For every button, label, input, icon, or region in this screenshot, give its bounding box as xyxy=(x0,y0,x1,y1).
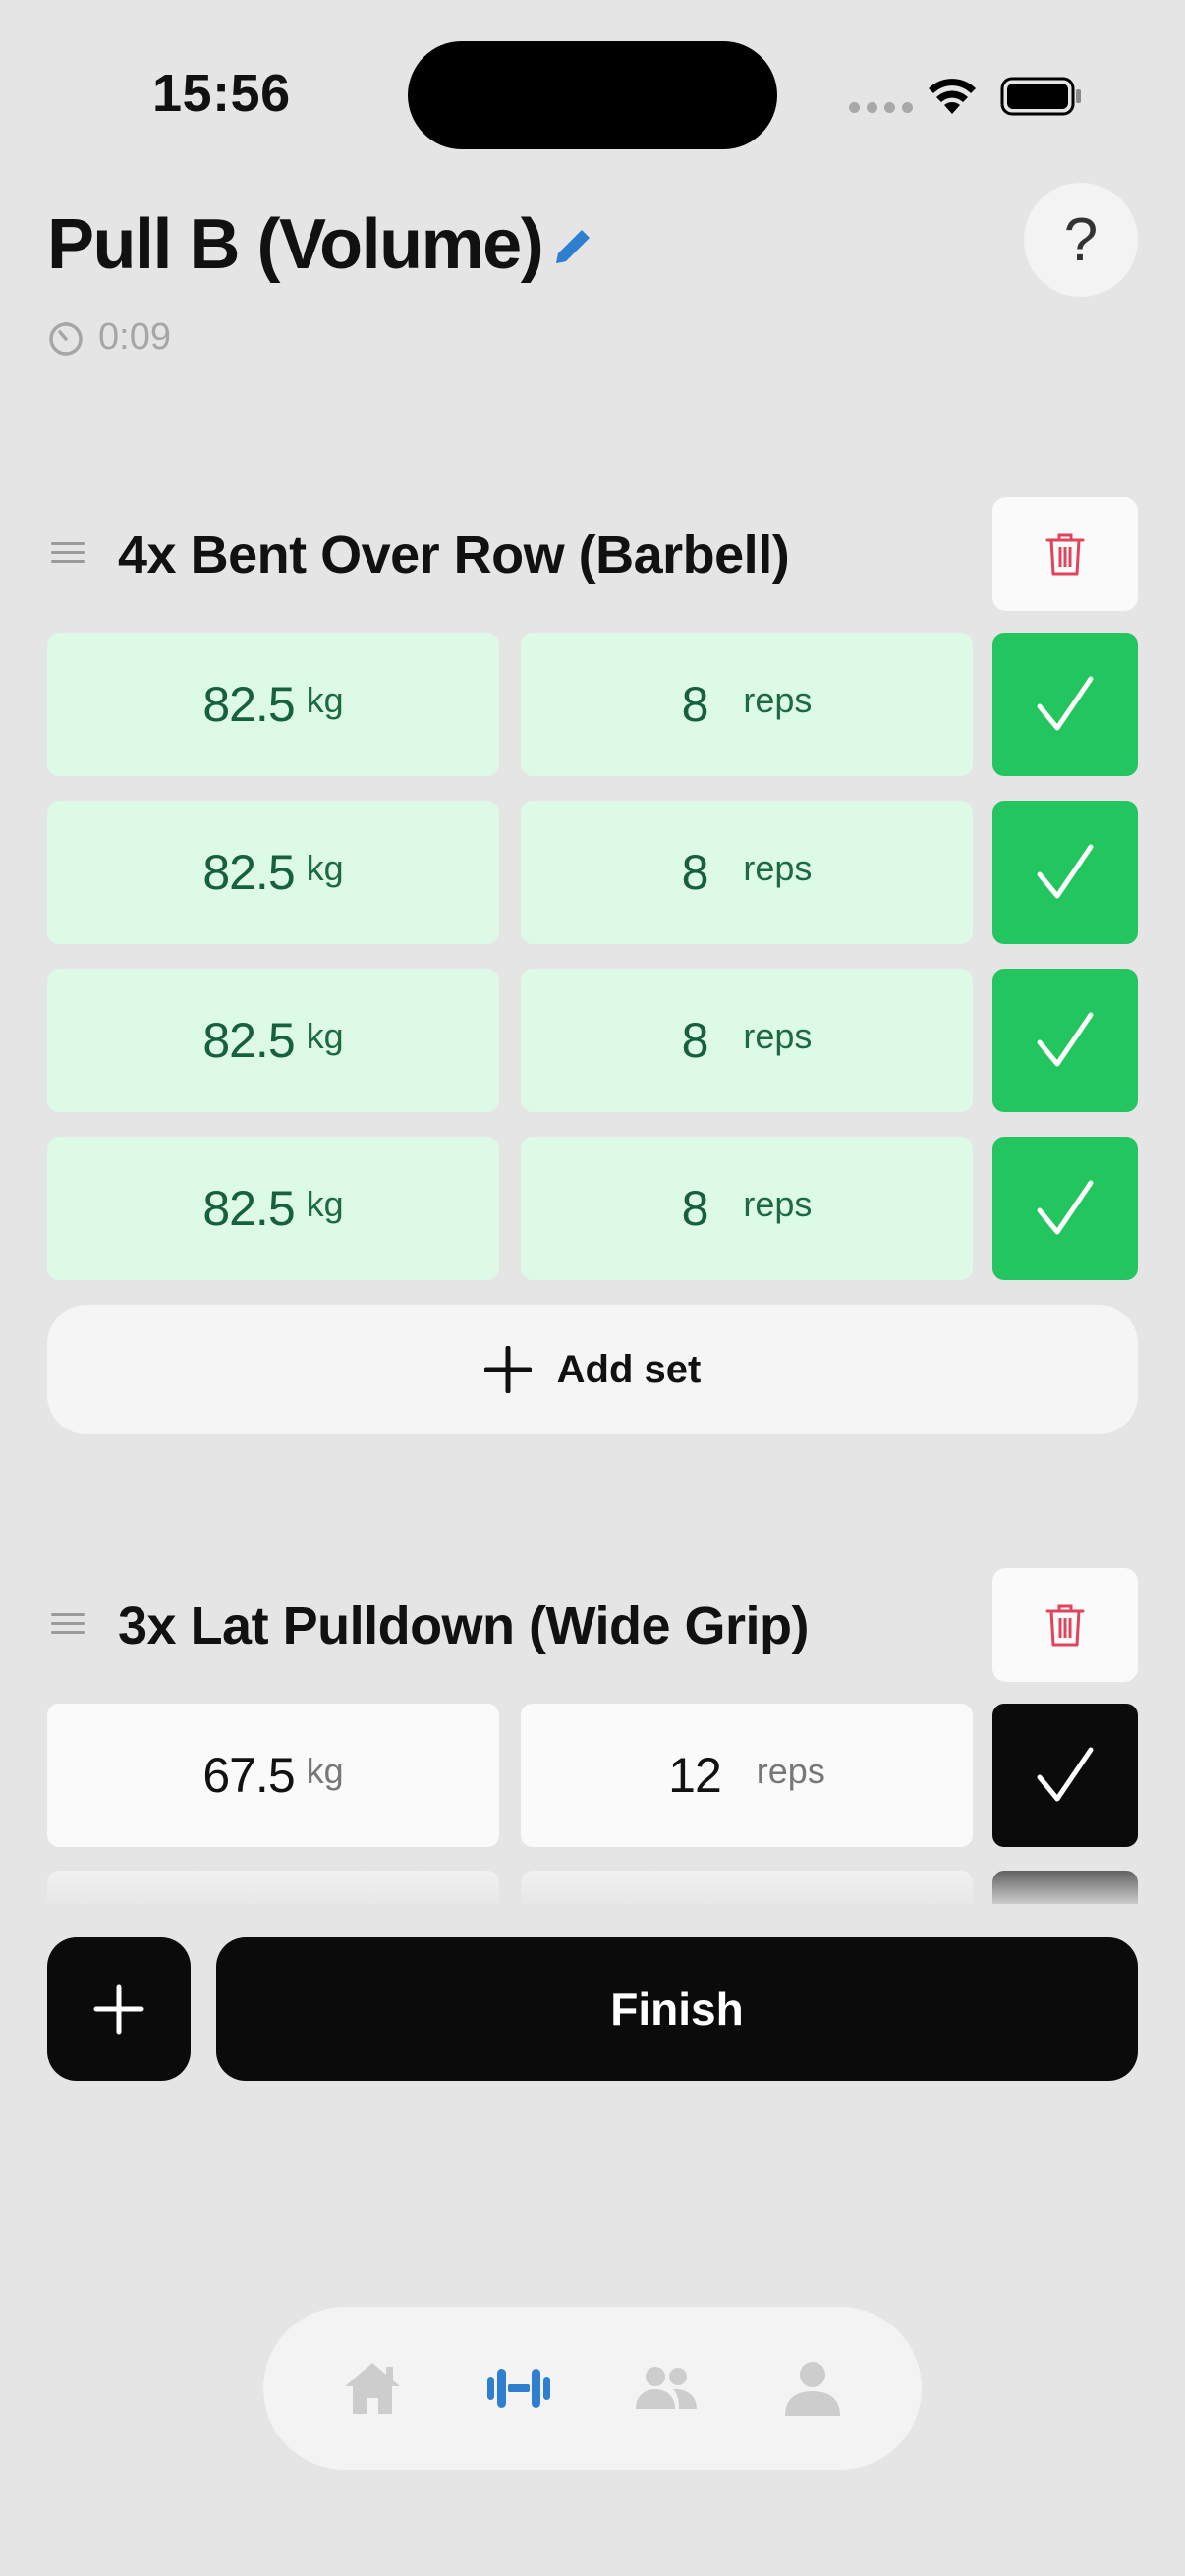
reps-value: 8 xyxy=(681,845,709,900)
checkmark-icon xyxy=(1037,1012,1094,1067)
weight-value: 82.5 xyxy=(202,845,295,900)
finish-label: Finish xyxy=(610,1984,744,2035)
checkmark-icon xyxy=(1037,676,1094,731)
weight-value: 82.5 xyxy=(202,1013,295,1068)
tab-home[interactable] xyxy=(318,2334,426,2442)
weight-unit: kg xyxy=(306,1016,344,1056)
trash-icon xyxy=(1045,533,1085,576)
dumbbell-icon xyxy=(487,2369,551,2408)
wifi-icon xyxy=(929,79,976,114)
checkmark-icon xyxy=(1037,1180,1094,1235)
exercise-header: 3x Lat Pulldown (Wide Grip) xyxy=(47,1568,1138,1682)
weight-value: 82.5 xyxy=(202,1181,295,1236)
people-icon xyxy=(635,2367,697,2409)
weight-value: 67.5 xyxy=(202,1748,295,1803)
stopwatch-icon xyxy=(49,321,83,356)
reps-input[interactable]: 8 reps xyxy=(521,633,973,776)
weight-unit: kg xyxy=(306,848,344,888)
dynamic-island xyxy=(408,41,777,149)
drag-handle-icon[interactable] xyxy=(51,1613,85,1640)
weight-input[interactable]: 82.5 kg xyxy=(47,1137,499,1280)
checkmark-icon xyxy=(1037,1747,1094,1802)
reps-input[interactable]: 8 reps xyxy=(521,1137,973,1280)
plus-icon xyxy=(483,1346,532,1393)
tab-workout[interactable] xyxy=(465,2334,573,2442)
weight-input[interactable]: 67.5 kg xyxy=(47,1704,499,1847)
scroll-fade xyxy=(0,1867,1185,1912)
set-row: 82.5 kg 8 reps xyxy=(47,801,1138,944)
weight-input[interactable]: 82.5 kg xyxy=(47,801,499,944)
checkmark-icon xyxy=(1037,844,1094,899)
reps-unit: reps xyxy=(743,1016,813,1056)
drag-handle-icon[interactable] xyxy=(51,542,85,569)
home-icon xyxy=(344,2363,400,2414)
weight-unit: kg xyxy=(306,1184,344,1224)
reps-unit: reps xyxy=(743,1184,813,1224)
reps-value: 12 xyxy=(668,1748,722,1803)
complete-set-button[interactable] xyxy=(992,969,1138,1112)
edit-pencil-icon[interactable] xyxy=(548,222,597,271)
trash-icon xyxy=(1045,1604,1085,1647)
reps-value: 8 xyxy=(681,677,709,732)
tab-profile[interactable] xyxy=(759,2334,867,2442)
plus-icon xyxy=(93,1984,144,2035)
reps-unit: reps xyxy=(743,680,813,720)
delete-exercise-button[interactable] xyxy=(992,497,1138,611)
battery-icon xyxy=(1000,77,1081,116)
page-title: Pull B (Volume) xyxy=(47,205,544,284)
set-row: 82.5 kg 8 reps xyxy=(47,969,1138,1112)
finish-button[interactable]: Finish xyxy=(216,1937,1138,2081)
set-row: 82.5 kg 8 reps xyxy=(47,633,1138,776)
add-exercise-button[interactable] xyxy=(47,1937,191,2081)
tab-social[interactable] xyxy=(612,2334,720,2442)
exercise-title: 4x Bent Over Row (Barbell) xyxy=(118,526,790,585)
add-set-button[interactable]: Add set xyxy=(47,1305,1138,1434)
exercise-title: 3x Lat Pulldown (Wide Grip) xyxy=(118,1596,810,1655)
reps-input[interactable]: 8 reps xyxy=(521,801,973,944)
timer-value: 0:09 xyxy=(98,316,171,358)
complete-set-button[interactable] xyxy=(992,1704,1138,1847)
add-set-label: Add set xyxy=(556,1347,702,1391)
set-row: 67.5 kg 12 reps xyxy=(47,1704,1138,1847)
weight-unit: kg xyxy=(306,680,344,720)
profile-icon xyxy=(785,2362,841,2416)
reps-unit: reps xyxy=(743,848,813,888)
delete-exercise-button[interactable] xyxy=(992,1568,1138,1682)
complete-set-button[interactable] xyxy=(992,1137,1138,1280)
reps-value: 8 xyxy=(681,1181,709,1236)
reps-input[interactable]: 12 reps xyxy=(521,1704,973,1847)
weight-input[interactable]: 82.5 kg xyxy=(47,633,499,776)
weight-unit: kg xyxy=(306,1751,344,1791)
status-time: 15:56 xyxy=(152,64,291,123)
complete-set-button[interactable] xyxy=(992,801,1138,944)
exercise-header: 4x Bent Over Row (Barbell) xyxy=(47,497,1138,611)
workout-timer: 0:09 xyxy=(47,316,171,359)
reps-unit: reps xyxy=(756,1751,825,1791)
reps-value: 8 xyxy=(681,1013,709,1068)
help-button[interactable]: ? xyxy=(1024,183,1138,297)
weight-value: 82.5 xyxy=(202,677,295,732)
weight-input[interactable]: 82.5 kg xyxy=(47,969,499,1112)
cellular-signal-icon xyxy=(849,102,913,113)
help-label: ? xyxy=(1063,205,1099,274)
set-row: 82.5 kg 8 reps xyxy=(47,1137,1138,1280)
tab-bar xyxy=(263,2307,922,2470)
workout-screen: 15:56 Pull B (Volume) ? 0:09 4x Bent Ove… xyxy=(0,0,1185,2576)
complete-set-button[interactable] xyxy=(992,633,1138,776)
reps-input[interactable]: 8 reps xyxy=(521,969,973,1112)
